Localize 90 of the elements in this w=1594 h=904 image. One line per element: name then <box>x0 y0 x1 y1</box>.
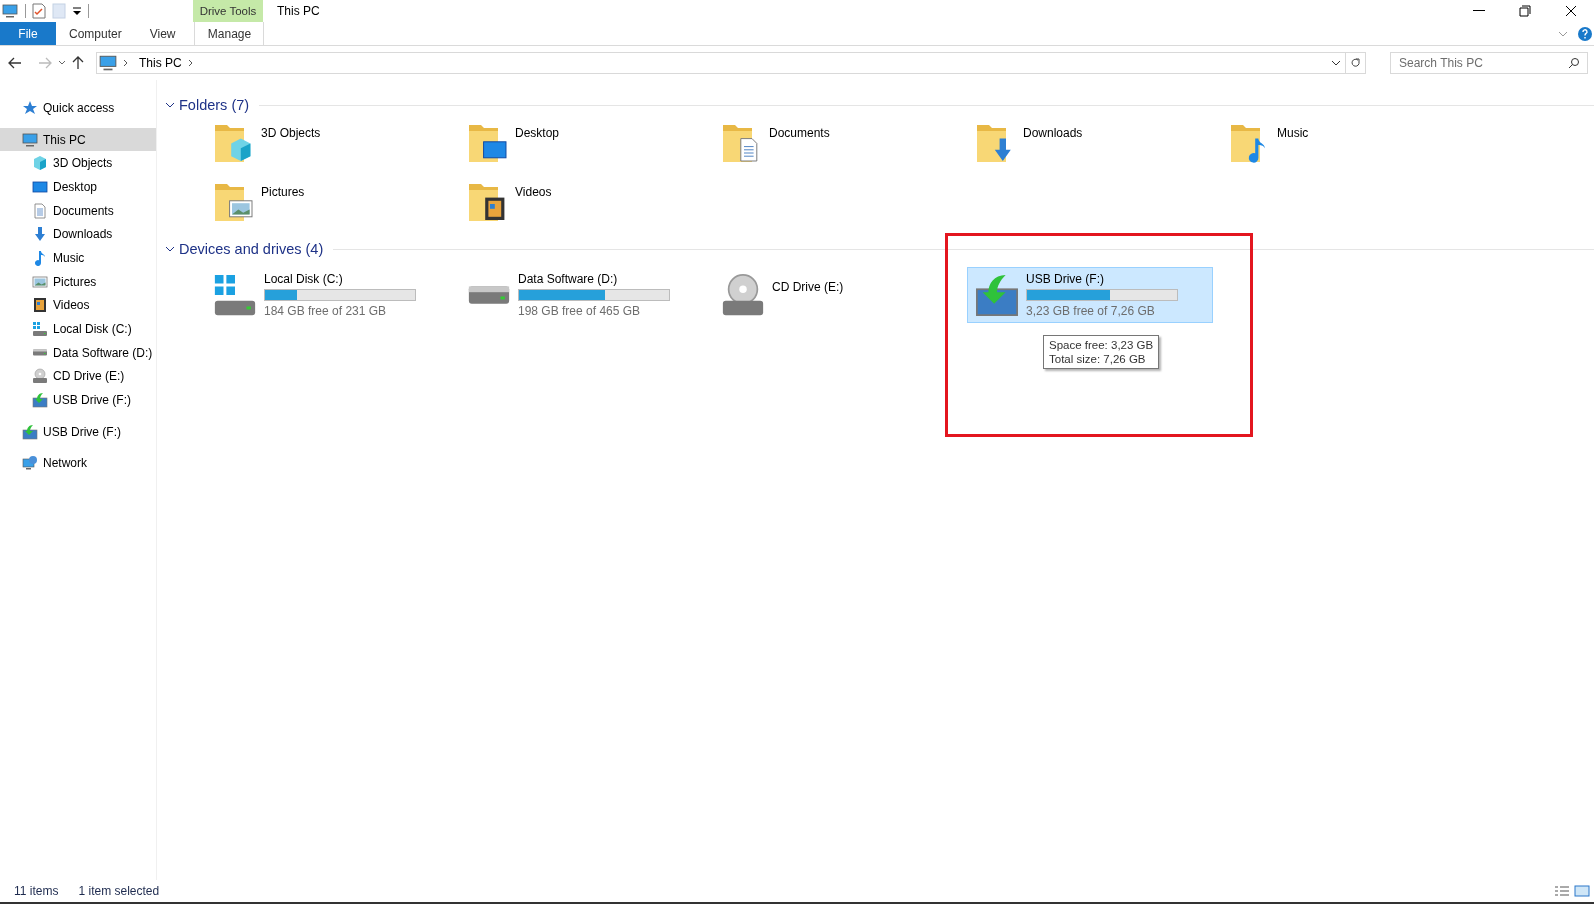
customize-caret-icon[interactable] <box>72 6 82 16</box>
drive-tile[interactable]: USB Drive (F:) 3,23 GB free of 7,26 GB <box>967 267 1213 323</box>
caret-icon <box>58 60 66 66</box>
nav-item[interactable]: CD Drive (E:) <box>0 364 156 389</box>
help-icon[interactable] <box>1578 26 1592 41</box>
expand-ribbon-icon[interactable] <box>1558 30 1568 37</box>
tooltip-line: Space free: 3,23 GB <box>1049 338 1154 352</box>
folder-name[interactable]: Videos <box>515 180 552 233</box>
hard-drive-icon <box>32 349 48 357</box>
document-icon <box>32 202 48 219</box>
up-arrow-icon <box>72 56 84 70</box>
ribbon-tab[interactable]: Manage <box>194 22 265 45</box>
nav-item[interactable]: Local Disk (C:) <box>0 317 156 341</box>
film-icon <box>32 297 48 314</box>
drive-name: CD Drive (E:) <box>772 279 844 294</box>
restore-icon <box>1519 5 1531 17</box>
folder-name[interactable]: Desktop <box>515 121 560 174</box>
cd-drive-icon <box>720 272 766 318</box>
hard-drive-icon <box>466 284 512 306</box>
search-field[interactable]: Search This PC <box>1390 52 1588 74</box>
free-space-text: 3,23 GB free of 7,26 GB <box>1026 304 1156 318</box>
search-icon[interactable] <box>1568 57 1580 69</box>
folder-name[interactable]: Music <box>1277 121 1309 174</box>
selection-count: 1 item selected <box>78 884 160 898</box>
drive-arrow-icon <box>974 272 1020 318</box>
chevron-icon <box>123 59 129 67</box>
drive-arrow-icon <box>32 392 48 409</box>
drive-name: Local Disk (C:) <box>264 272 344 286</box>
up-button[interactable] <box>72 56 84 70</box>
group-header[interactable]: Folders (7) <box>179 97 250 113</box>
nav-item[interactable]: Network <box>0 451 156 476</box>
drive-tile[interactable]: Data Software (D:) 198 GB free of 465 GB <box>459 267 705 323</box>
drive-windows-icon <box>32 321 48 338</box>
tooltip-line: Total size: 7,26 GB <box>1049 352 1147 366</box>
details-view-icon[interactable] <box>1554 885 1570 897</box>
nav-item[interactable]: Desktop <box>0 175 156 199</box>
folder-name[interactable]: 3D Objects <box>261 121 321 174</box>
drive-name: Data Software (D:) <box>518 272 619 286</box>
free-space-text: 184 GB free of 231 GB <box>264 304 388 318</box>
forward-arrow-icon <box>38 57 52 69</box>
drive-name: USB Drive (F:) <box>1026 272 1105 286</box>
nav-item[interactable]: Downloads <box>0 222 156 247</box>
back-button[interactable] <box>8 57 22 69</box>
dropdown-caret-icon[interactable] <box>1331 60 1341 66</box>
folder-name[interactable]: Pictures <box>261 180 305 233</box>
cd-drive-icon <box>32 368 48 385</box>
address-bar[interactable]: This PC <box>96 52 1346 74</box>
close-icon <box>1565 5 1577 17</box>
window-title: This PC <box>276 3 321 20</box>
nav-item[interactable]: Videos <box>0 293 156 318</box>
drive-windows-icon <box>212 272 258 318</box>
music-note-icon <box>32 249 48 266</box>
nav-item[interactable]: Documents <box>0 198 156 223</box>
nav-item[interactable]: This PC <box>0 127 156 152</box>
cube-icon <box>32 155 48 172</box>
folder-name[interactable]: Downloads <box>1023 121 1083 174</box>
chevron-icon <box>187 59 194 67</box>
group-header[interactable]: Devices and drives (4) <box>179 241 324 257</box>
down-arrow-icon <box>32 226 48 243</box>
context-tab-header: Drive Tools <box>193 0 263 22</box>
star-icon <box>22 99 38 116</box>
picture-icon <box>32 273 48 290</box>
recent-locations-button[interactable] <box>58 60 66 66</box>
folder-name[interactable]: Documents <box>769 121 830 174</box>
nav-item[interactable]: Data Software (D:) <box>0 340 156 365</box>
item-count: 11 items <box>14 884 59 898</box>
nav-item[interactable]: Quick access <box>0 96 156 120</box>
nav-item[interactable]: Pictures <box>0 269 156 294</box>
nav-item[interactable]: 3D Objects <box>0 151 156 176</box>
network-icon <box>22 455 38 472</box>
properties-icon[interactable] <box>32 3 46 19</box>
nav-item[interactable]: USB Drive (F:) <box>0 419 156 444</box>
nav-item[interactable]: USB Drive (F:) <box>0 388 156 412</box>
collapse-caret-icon[interactable] <box>165 246 175 252</box>
computer-icon <box>1 3 19 19</box>
back-arrow-icon <box>8 57 22 69</box>
drive-tile[interactable]: Local Disk (C:) 184 GB free of 231 GB <box>205 267 451 323</box>
free-space-text: 198 GB free of 465 GB <box>518 304 642 318</box>
computer-icon <box>99 54 117 72</box>
monitor-icon <box>32 178 48 195</box>
minimize-icon <box>1473 10 1485 12</box>
ribbon-tab[interactable]: File <box>0 22 56 45</box>
breadcrumb[interactable]: This PC <box>139 56 182 70</box>
refresh-button[interactable] <box>1346 52 1366 74</box>
computer-icon <box>22 131 38 148</box>
nav-item[interactable]: Music <box>0 246 156 270</box>
collapse-caret-icon[interactable] <box>165 102 175 108</box>
refresh-icon <box>1350 57 1361 69</box>
drive-tile[interactable]: CD Drive (E:) <box>713 267 959 323</box>
drive-arrow-icon <box>22 423 38 440</box>
